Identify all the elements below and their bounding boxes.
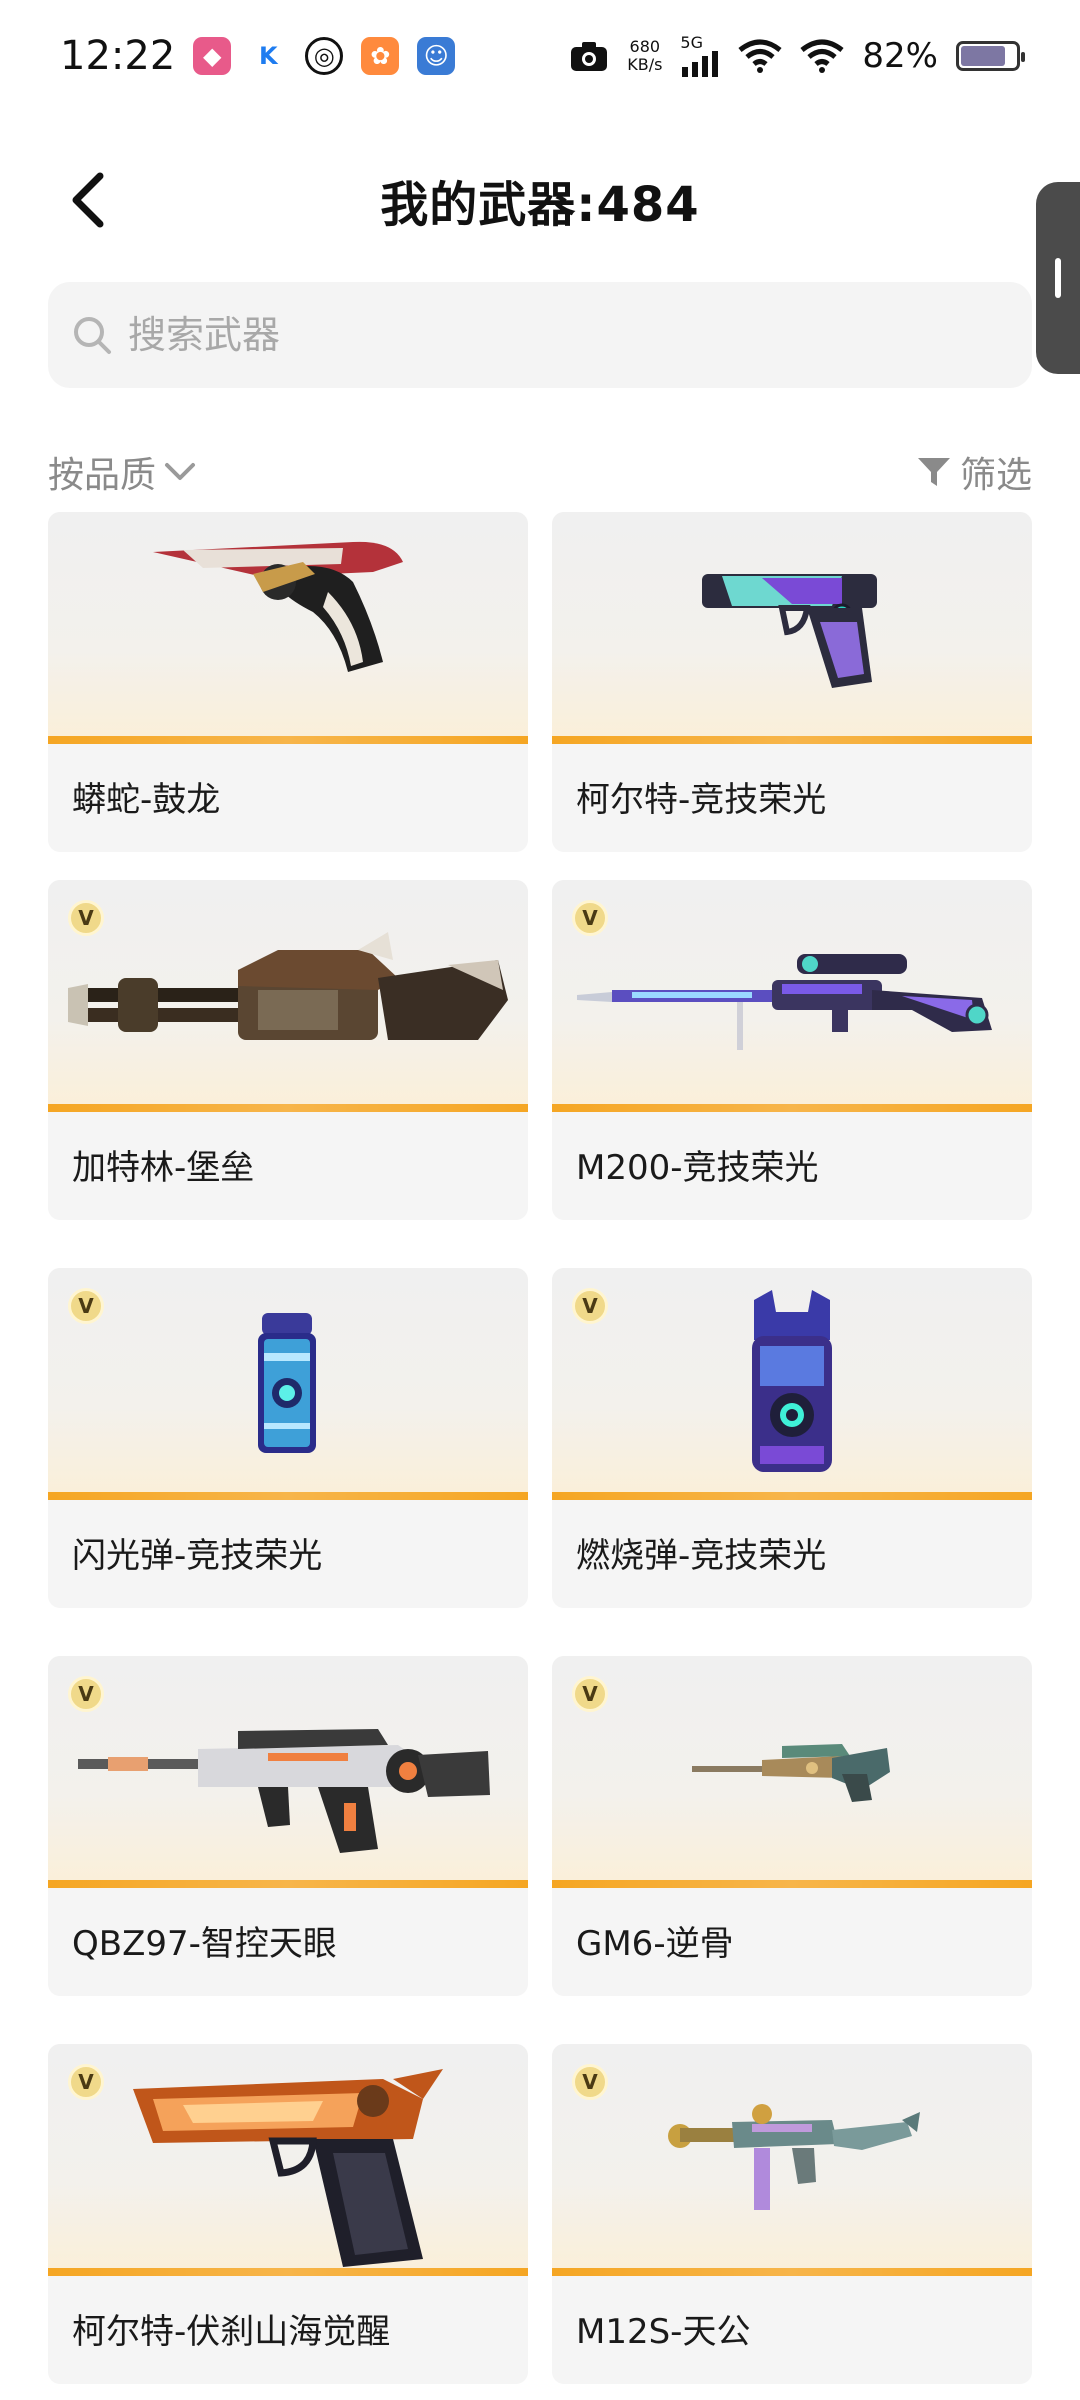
back-button[interactable] (58, 170, 118, 230)
weapon-name: 闪光弹-竞技荣光 (72, 1536, 323, 1576)
heavy-sniper-icon (692, 1744, 890, 1802)
header: 我的武器:484 (0, 140, 1080, 260)
network-type: 5G (680, 33, 703, 52)
weapon-card[interactable]: V 燃烧弹-竞技荣光 (552, 1268, 1032, 1608)
weapon-card[interactable]: V 加特林-堡垒 (48, 880, 528, 1220)
search-bar[interactable] (48, 282, 1032, 388)
battery-percent: 82% (862, 36, 938, 76)
weapon-name: 加特林-堡垒 (72, 1148, 255, 1188)
vip-badge: V (68, 2064, 104, 2100)
pistol-icon (133, 2069, 443, 2267)
vip-badge: V (68, 1676, 104, 1712)
pistol-icon (702, 574, 877, 688)
net-speed: 680 KB/s (627, 38, 662, 74)
rifle-icon (78, 1729, 490, 1853)
chevron-left-icon (72, 172, 104, 228)
weapon-image: V (552, 1268, 1032, 1500)
weapon-image: V (552, 1656, 1032, 1888)
weapon-name: 燃烧弹-竞技荣光 (576, 1536, 827, 1576)
status-bar: 12:22 ◆ K ◎ ✿ ☺ 680 KB/s 5G 82% (0, 0, 1080, 112)
smg-icon (668, 2104, 920, 2210)
weapon-image: V (552, 880, 1032, 1112)
battery-fill (961, 46, 1005, 66)
weapon-name: QBZ97-智控天眼 (72, 1924, 337, 1964)
filter-label: 筛选 (959, 455, 1032, 496)
app-icon-1: ◆ (193, 37, 232, 75)
sniper-icon (577, 954, 992, 1050)
filter-funnel-icon (917, 458, 950, 486)
weapon-image: V (48, 1268, 528, 1500)
app-icon-game: ☺ (417, 37, 456, 75)
weapon-card[interactable]: 蟒蛇-鼓龙 (48, 512, 528, 852)
vip-badge: V (572, 900, 608, 936)
weapon-image: V (552, 2044, 1032, 2276)
flashbang-icon (258, 1313, 316, 1453)
signal-group: 5G (680, 35, 720, 77)
weapon-card[interactable]: V 柯尔特-伏刹山海觉醒 (48, 2044, 528, 2384)
weapon-card[interactable]: 柯尔特-竞技荣光 (552, 512, 1032, 852)
weapon-name: 柯尔特-伏刹山海觉醒 (72, 2312, 391, 2352)
sort-by-quality-dropdown[interactable]: 按品质 (48, 446, 196, 498)
clock: 12:22 (60, 33, 176, 79)
page-title: 我的武器:484 (380, 177, 700, 233)
net-speed-unit: KB/s (627, 55, 663, 74)
revolver-icon (153, 541, 403, 672)
vip-badge: V (572, 1676, 608, 1712)
weapon-card[interactable]: V 闪光弹-竞技荣光 (48, 1268, 528, 1608)
app-icon-netease: ◎ (305, 37, 344, 75)
filter-row: 按品质 筛选 (48, 442, 1032, 502)
weapon-image: V (48, 1656, 528, 1888)
side-drawer-handle[interactable] (1036, 182, 1080, 374)
wifi-icon (738, 39, 782, 73)
search-input[interactable] (126, 312, 930, 358)
camera-icon (571, 42, 608, 71)
weapon-name: M200-竞技荣光 (576, 1148, 819, 1188)
weapon-card[interactable]: V GM6-逆骨 (552, 1656, 1032, 1996)
weapon-card[interactable]: V QBZ97-智控天眼 (48, 1656, 528, 1996)
app-icon-k: K (249, 37, 288, 75)
app-icon-flower: ✿ (361, 37, 400, 75)
battery-icon (956, 41, 1025, 71)
vip-badge: V (572, 2064, 608, 2100)
weapon-name: 蟒蛇-鼓龙 (72, 780, 221, 820)
search-icon (74, 317, 111, 354)
incendiary-icon (752, 1290, 832, 1472)
weapon-image (552, 512, 1032, 744)
weapon-name: 柯尔特-竞技荣光 (576, 780, 827, 820)
weapon-card[interactable]: V M12S-天公 (552, 2044, 1032, 2384)
signal-bars-icon (682, 51, 719, 77)
sort-label: 按品质 (48, 455, 157, 496)
vip-badge: V (572, 1288, 608, 1324)
weapon-name: M12S-天公 (576, 2312, 751, 2352)
weapon-image (48, 512, 528, 744)
weapon-card[interactable]: V M200-竞技荣光 (552, 880, 1032, 1220)
vip-badge: V (68, 1288, 104, 1324)
chevron-down-icon (165, 463, 196, 480)
net-speed-value: 680 (629, 37, 661, 56)
gatling-icon (68, 932, 508, 1040)
filter-button[interactable]: 筛选 (916, 446, 1032, 498)
wifi-icon-2 (800, 39, 844, 73)
weapon-name: GM6-逆骨 (576, 1924, 734, 1964)
weapon-image: V (48, 880, 528, 1112)
weapon-image: V (48, 2044, 528, 2276)
